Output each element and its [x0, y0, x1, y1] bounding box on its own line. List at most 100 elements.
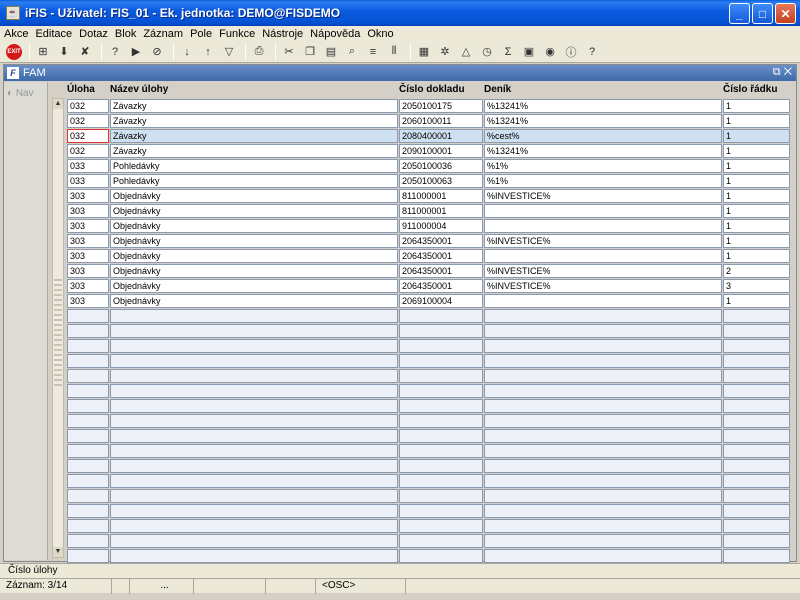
- filter-icon[interactable]: ▽: [220, 43, 238, 61]
- cell-uloha[interactable]: 032: [67, 129, 109, 143]
- cell-cislo-dokladu[interactable]: 2050100063: [399, 174, 483, 188]
- cell-denik[interactable]: %13241%: [484, 99, 722, 113]
- cell-uloha[interactable]: 033: [67, 174, 109, 188]
- cell-cislo-radku[interactable]: [723, 324, 790, 338]
- cell-cislo-dokladu[interactable]: 2080400001: [399, 129, 483, 143]
- cell-uloha[interactable]: [67, 384, 109, 398]
- table-row[interactable]: 032 Závazky 2090100001 %13241% 1: [62, 144, 790, 158]
- table-row[interactable]: [62, 489, 790, 503]
- cell-nazev-ulohy[interactable]: Objednávky: [110, 294, 398, 308]
- help-icon[interactable]: ?: [583, 43, 601, 61]
- cell-nazev-ulohy[interactable]: [110, 369, 398, 383]
- cell-nazev-ulohy[interactable]: Závazky: [110, 144, 398, 158]
- cell-cislo-dokladu[interactable]: [399, 549, 483, 563]
- cell-cislo-dokladu[interactable]: 2090100001: [399, 144, 483, 158]
- cell-cislo-dokladu[interactable]: 2069100004: [399, 294, 483, 308]
- cell-denik[interactable]: [484, 534, 722, 548]
- cell-uloha[interactable]: [67, 399, 109, 413]
- cell-uloha[interactable]: 303: [67, 279, 109, 293]
- cell-uloha[interactable]: [67, 489, 109, 503]
- cell-cislo-dokladu[interactable]: [399, 504, 483, 518]
- sort-desc-icon[interactable]: ↑: [199, 43, 217, 61]
- minimize-button[interactable]: _: [729, 3, 750, 24]
- save-icon[interactable]: ⬇: [55, 43, 73, 61]
- find-icon[interactable]: ⌕: [343, 43, 361, 61]
- menu-pole[interactable]: Pole: [190, 28, 212, 40]
- cell-denik[interactable]: %INVESTICE%: [484, 234, 722, 248]
- cell-cislo-radku[interactable]: 1: [723, 249, 790, 263]
- menu-blok[interactable]: Blok: [115, 28, 136, 40]
- table-row[interactable]: [62, 399, 790, 413]
- cell-cislo-radku[interactable]: [723, 459, 790, 473]
- scroll-up-icon[interactable]: ▲: [53, 99, 63, 109]
- cell-cislo-radku[interactable]: [723, 429, 790, 443]
- cell-cislo-radku[interactable]: [723, 474, 790, 488]
- cell-uloha[interactable]: 032: [67, 144, 109, 158]
- cell-nazev-ulohy[interactable]: Objednávky: [110, 234, 398, 248]
- exit-button[interactable]: EXIT: [6, 43, 22, 60]
- table-row[interactable]: [62, 339, 790, 353]
- cell-nazev-ulohy[interactable]: [110, 504, 398, 518]
- table-row[interactable]: [62, 384, 790, 398]
- cell-cislo-radku[interactable]: 1: [723, 219, 790, 233]
- cell-nazev-ulohy[interactable]: Pohledávky: [110, 159, 398, 173]
- query-cancel-icon[interactable]: ⊘: [148, 43, 166, 61]
- cell-denik[interactable]: [484, 504, 722, 518]
- cell-cislo-radku[interactable]: [723, 354, 790, 368]
- menu-editace[interactable]: Editace: [35, 28, 72, 40]
- cell-cislo-dokladu[interactable]: 811000001: [399, 204, 483, 218]
- cell-uloha[interactable]: [67, 549, 109, 563]
- cut-icon[interactable]: ✂: [280, 43, 298, 61]
- table-row[interactable]: 303 Objednávky 811000001 %INVESTICE% 1: [62, 189, 790, 203]
- cell-cislo-dokladu[interactable]: [399, 339, 483, 353]
- table-row[interactable]: [62, 519, 790, 533]
- cell-uloha[interactable]: 303: [67, 249, 109, 263]
- cell-cislo-radku[interactable]: [723, 504, 790, 518]
- cell-denik[interactable]: %INVESTICE%: [484, 264, 722, 278]
- cell-denik[interactable]: [484, 429, 722, 443]
- cell-cislo-dokladu[interactable]: [399, 369, 483, 383]
- cell-cislo-dokladu[interactable]: 2064350001: [399, 249, 483, 263]
- paste-icon[interactable]: ▤: [322, 43, 340, 61]
- cell-denik[interactable]: [484, 204, 722, 218]
- cell-denik[interactable]: %INVESTICE%: [484, 279, 722, 293]
- cell-denik[interactable]: [484, 384, 722, 398]
- cell-denik[interactable]: [484, 549, 722, 563]
- cell-cislo-dokladu[interactable]: [399, 399, 483, 413]
- cell-uloha[interactable]: 032: [67, 99, 109, 113]
- restore-close-icons[interactable]: ⧉ ✕: [773, 66, 792, 79]
- cell-uloha[interactable]: 303: [67, 189, 109, 203]
- cell-uloha[interactable]: [67, 459, 109, 473]
- copy-icon[interactable]: ❐: [301, 43, 319, 61]
- cell-denik[interactable]: [484, 399, 722, 413]
- cell-uloha[interactable]: 303: [67, 234, 109, 248]
- sum-icon[interactable]: Σ: [499, 43, 517, 61]
- table-row[interactable]: [62, 414, 790, 428]
- cell-cislo-radku[interactable]: 1: [723, 99, 790, 113]
- cell-uloha[interactable]: 303: [67, 204, 109, 218]
- cell-denik[interactable]: %cest%: [484, 129, 722, 143]
- table-row[interactable]: [62, 474, 790, 488]
- table-row[interactable]: 303 Objednávky 911000004 1: [62, 219, 790, 233]
- table-row[interactable]: 303 Objednávky 811000001 1: [62, 204, 790, 218]
- cell-denik[interactable]: %1%: [484, 174, 722, 188]
- clock-icon[interactable]: ◷: [478, 43, 496, 61]
- menu-akce[interactable]: Akce: [4, 28, 28, 40]
- cell-cislo-radku[interactable]: [723, 489, 790, 503]
- cell-cislo-radku[interactable]: 1: [723, 204, 790, 218]
- cell-cislo-dokladu[interactable]: [399, 534, 483, 548]
- cell-cislo-dokladu[interactable]: [399, 354, 483, 368]
- cell-denik[interactable]: %INVESTICE%: [484, 189, 722, 203]
- cell-cislo-radku[interactable]: [723, 534, 790, 548]
- table-row[interactable]: 032 Závazky 2050100175 %13241% 1: [62, 99, 790, 113]
- delete-record-icon[interactable]: ✘: [76, 43, 94, 61]
- cell-cislo-radku[interactable]: [723, 444, 790, 458]
- menu-dotaz[interactable]: Dotaz: [79, 28, 108, 40]
- vertical-scrollbar[interactable]: ▲ ▼: [52, 98, 64, 558]
- cell-cislo-dokladu[interactable]: 2064350001: [399, 264, 483, 278]
- cell-cislo-radku[interactable]: [723, 399, 790, 413]
- cell-denik[interactable]: [484, 339, 722, 353]
- menu-napoveda[interactable]: Nápověda: [310, 28, 360, 40]
- cell-cislo-dokladu[interactable]: 811000001: [399, 189, 483, 203]
- cell-denik[interactable]: [484, 459, 722, 473]
